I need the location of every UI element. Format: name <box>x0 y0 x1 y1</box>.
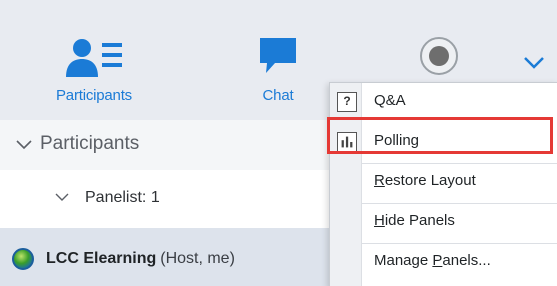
participant-name: LCC Elearning (Host, me) <box>46 250 235 268</box>
menu-item-manage-panels-label: Manage Panels... <box>374 252 491 269</box>
menu-item-polling-label: Polling <box>374 132 420 149</box>
question-icon: ? <box>337 92 357 112</box>
participants-button-label: Participants <box>56 87 132 104</box>
menu-item-restore-layout-label: Restore Layout <box>374 172 476 189</box>
menu-item-qa-label: Q&A <box>374 92 406 109</box>
panelist-group-label: Panelist: 1 <box>85 189 160 206</box>
menu-item-manage-panels[interactable]: Manage Panels... <box>330 243 557 283</box>
panels-dropdown-menu: ? Q&A Polling Restore Layout Hide Panels… <box>329 82 557 286</box>
menu-item-hide-panels-label: Hide Panels <box>374 212 455 229</box>
participant-role: (Host, me) <box>160 250 235 267</box>
menu-item-qa[interactable]: ? Q&A <box>330 83 557 123</box>
menu-item-hide-panels[interactable]: Hide Panels <box>330 203 557 243</box>
participant-name-text: LCC Elearning <box>46 250 157 267</box>
menu-item-polling[interactable]: Polling <box>330 123 557 163</box>
poll-chart-icon <box>337 132 357 152</box>
presence-status-icon <box>12 248 34 270</box>
chat-button[interactable]: Chat <box>228 0 328 120</box>
chevron-down-icon <box>55 193 69 201</box>
record-button[interactable] <box>420 37 458 75</box>
participants-list-icon <box>66 39 122 77</box>
participants-section-title: Participants <box>40 133 140 154</box>
menu-item-restore-layout[interactable]: Restore Layout <box>330 163 557 203</box>
webex-panel-screen: Participants Chat Participants Panelist:… <box>0 0 557 286</box>
chevron-down-icon[interactable] <box>522 55 546 71</box>
chevron-down-icon <box>16 140 32 150</box>
participants-button[interactable]: Participants <box>32 0 156 120</box>
chat-button-label: Chat <box>262 87 294 104</box>
chat-bubble-icon <box>260 38 296 73</box>
record-icon <box>429 46 449 66</box>
